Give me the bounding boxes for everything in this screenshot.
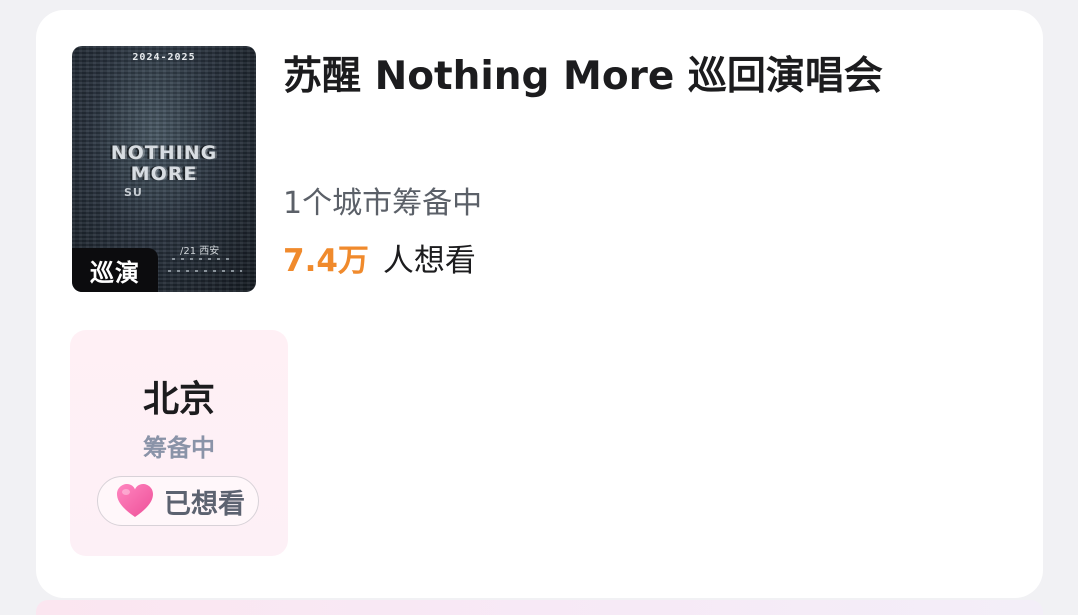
next-card-edge	[36, 600, 1043, 615]
heart-icon	[117, 484, 153, 517]
want-count: 7.4万	[283, 243, 369, 279]
want-suffix: 人想看	[382, 243, 476, 279]
want-to-see-button[interactable]: 已想看	[97, 476, 259, 526]
city-status: 筹备中	[143, 434, 215, 462]
city-card-beijing[interactable]: 北京 筹备中 已想看	[70, 330, 288, 556]
city-count-status: 1个城市筹备中	[283, 186, 483, 221]
poster-title-line-two: MORE	[130, 163, 198, 185]
want-button-label: 已想看	[164, 488, 245, 520]
city-name: 北京	[142, 379, 215, 420]
want-to-see-stat: 7.4万 人想看	[283, 240, 476, 287]
tour-badge: 巡演	[72, 248, 158, 292]
poster-title-line-one: NOTHING	[110, 142, 218, 164]
poster-artist: SU	[124, 186, 143, 199]
poster-fine-print	[172, 258, 232, 260]
event-title[interactable]: 苏醒 Nothing More 巡回演唱会	[283, 48, 883, 106]
event-poster[interactable]: 2024-2025 NOTHING MORE SU /21 西安 巡演	[72, 46, 256, 292]
poster-fine-print	[168, 270, 242, 272]
poster-date: /21 西安	[180, 246, 220, 257]
poster-years: 2024-2025	[132, 52, 196, 63]
